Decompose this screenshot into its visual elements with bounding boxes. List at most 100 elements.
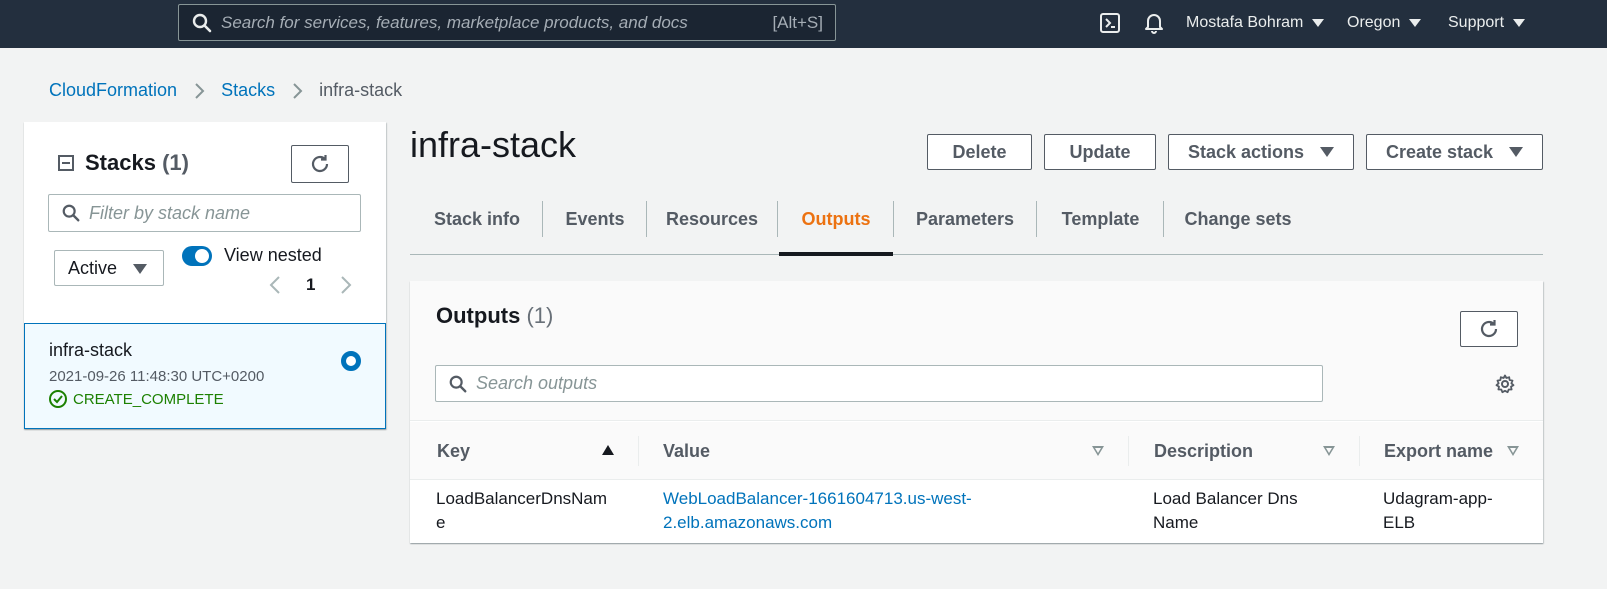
- column-divider: [1128, 436, 1129, 466]
- column-header-description[interactable]: Description: [1154, 422, 1253, 480]
- table-cell-export-name: Udagram-app- ELB: [1383, 487, 1493, 535]
- success-check-icon: [49, 390, 67, 408]
- column-divider: [1359, 436, 1360, 466]
- tab-divider: [777, 201, 778, 237]
- user-menu[interactable]: Mostafa Bohram: [1186, 14, 1325, 32]
- outputs-title: Outputs (1): [436, 303, 553, 329]
- view-nested-toggle[interactable]: [182, 246, 212, 266]
- tab-resources[interactable]: Resources: [647, 183, 777, 255]
- filter-stacks-input[interactable]: Filter by stack name: [48, 194, 361, 232]
- description-line: Load Balancer Dns: [1153, 489, 1298, 508]
- refresh-icon: [1480, 320, 1498, 338]
- tab-stack-info[interactable]: Stack info: [412, 183, 542, 255]
- stack-actions-button[interactable]: Stack actions: [1168, 134, 1354, 170]
- search-outputs-placeholder: Search outputs: [476, 373, 598, 393]
- caret-down-icon: [1320, 147, 1335, 157]
- breadcrumb-cloudformation[interactable]: CloudFormation: [49, 80, 177, 101]
- refresh-stacks-button[interactable]: [291, 145, 349, 183]
- delete-button[interactable]: Delete: [927, 134, 1032, 170]
- value-line: 2.elb.amazonaws.com: [663, 513, 833, 532]
- sort-icon[interactable]: [1507, 446, 1519, 456]
- refresh-icon: [311, 155, 329, 173]
- support-menu[interactable]: Support: [1448, 14, 1526, 32]
- stack-status-text: CREATE_COMPLETE: [73, 390, 224, 408]
- create-stack-label: Create stack: [1385, 141, 1494, 162]
- chevron-left-icon[interactable]: [268, 275, 282, 295]
- tab-change-sets[interactable]: Change sets: [1164, 183, 1312, 255]
- search-icon: [62, 204, 80, 222]
- tab-parameters[interactable]: Parameters: [894, 183, 1036, 255]
- key-line: LoadBalancerDnsNam: [436, 489, 608, 508]
- caret-down-icon: [1312, 19, 1325, 27]
- key-line: e: [436, 513, 446, 532]
- export-line: ELB: [1383, 513, 1416, 532]
- stack-card-infra-stack[interactable]: infra-stack 2021-09-26 11:48:30 UTC+0200…: [24, 323, 386, 429]
- caret-down-icon: [1513, 19, 1526, 27]
- global-search[interactable]: Search for services, features, marketpla…: [178, 4, 836, 41]
- refresh-outputs-button[interactable]: [1460, 311, 1518, 347]
- chevron-right-icon[interactable]: [339, 275, 353, 295]
- outputs-panel: Outputs (1) Search outputs Key Value Des…: [410, 281, 1543, 543]
- chevron-right-icon: [293, 82, 303, 99]
- search-shortcut: [Alt+S]: [772, 12, 823, 32]
- outputs-table-header: Key Value Description Export name: [410, 422, 1543, 480]
- outputs-header: Outputs (1) Search outputs: [410, 281, 1543, 421]
- user-name: Mostafa Bohram: [1186, 14, 1304, 31]
- cloudshell-icon[interactable]: [1100, 12, 1120, 34]
- support-label: Support: [1448, 14, 1505, 31]
- gear-icon[interactable]: [1495, 374, 1515, 394]
- stacks-count: (1): [162, 150, 189, 175]
- breadcrumb-stacks[interactable]: Stacks: [221, 80, 275, 101]
- table-cell-description: Load Balancer Dns Name: [1153, 487, 1298, 535]
- stack-name: infra-stack: [49, 340, 133, 360]
- column-header-key[interactable]: Key: [437, 422, 470, 480]
- table-cell-key: LoadBalancerDnsNam e: [436, 487, 607, 535]
- sort-icon[interactable]: [1323, 446, 1335, 456]
- column-header-export-name[interactable]: Export name: [1384, 422, 1493, 480]
- tab-outputs[interactable]: Outputs: [779, 183, 893, 256]
- search-placeholder: Search for services, features, marketpla…: [221, 12, 688, 32]
- stack-actions-label: Stack actions: [1187, 141, 1305, 162]
- stacks-panel: Stacks (1) Filter by stack name Active V…: [24, 122, 386, 429]
- page-title: infra-stack: [410, 124, 577, 165]
- breadcrumb-current: infra-stack: [319, 80, 403, 100]
- stack-select-radio[interactable]: [341, 351, 361, 371]
- create-stack-button[interactable]: Create stack: [1366, 134, 1543, 170]
- value-line: WebLoadBalancer-1661604713.us-west-: [663, 489, 972, 508]
- status-filter-value: Active: [68, 257, 118, 278]
- description-line: Name: [1153, 513, 1199, 532]
- view-nested-label: View nested: [224, 245, 322, 265]
- pagination: 1: [268, 275, 353, 295]
- region-menu[interactable]: Oregon: [1347, 14, 1422, 32]
- sort-ascending-icon[interactable]: [602, 445, 614, 455]
- region-name: Oregon: [1347, 14, 1401, 31]
- search-icon: [449, 375, 467, 392]
- chevron-right-icon: [195, 82, 205, 99]
- status-filter-select[interactable]: Active: [54, 250, 164, 286]
- tab-events[interactable]: Events: [543, 183, 647, 255]
- table-cell-value-link[interactable]: WebLoadBalancer-1661604713.us-west- 2.elb…: [663, 487, 972, 535]
- caret-down-icon: [1509, 147, 1524, 157]
- column-divider: [638, 436, 639, 466]
- sort-icon[interactable]: [1092, 446, 1104, 456]
- update-button[interactable]: Update: [1044, 134, 1156, 170]
- bell-icon[interactable]: [1144, 12, 1164, 34]
- stack-tabs: Stack info Events Resources Outputs Para…: [410, 183, 1543, 256]
- stack-created-date: 2021-09-26 11:48:30 UTC+0200: [49, 368, 265, 385]
- stacks-title-text: Stacks: [85, 150, 156, 175]
- caret-down-icon: [133, 264, 147, 274]
- column-header-value[interactable]: Value: [663, 422, 710, 480]
- export-line: Udagram-app-: [1383, 489, 1493, 508]
- outputs-count: (1): [526, 303, 554, 328]
- tab-template[interactable]: Template: [1037, 183, 1164, 255]
- search-outputs-input[interactable]: Search outputs: [435, 365, 1323, 402]
- page-number[interactable]: 1: [306, 275, 315, 295]
- collapse-icon[interactable]: [58, 155, 74, 171]
- top-navigation: Search for services, features, marketpla…: [0, 0, 1607, 48]
- stacks-title: Stacks (1): [85, 150, 189, 176]
- caret-down-icon: [1409, 19, 1422, 27]
- stack-status: CREATE_COMPLETE: [49, 390, 224, 408]
- outputs-title-text: Outputs: [436, 303, 521, 328]
- filter-placeholder: Filter by stack name: [89, 202, 251, 223]
- breadcrumb: CloudFormation Stacks infra-stack: [49, 80, 402, 101]
